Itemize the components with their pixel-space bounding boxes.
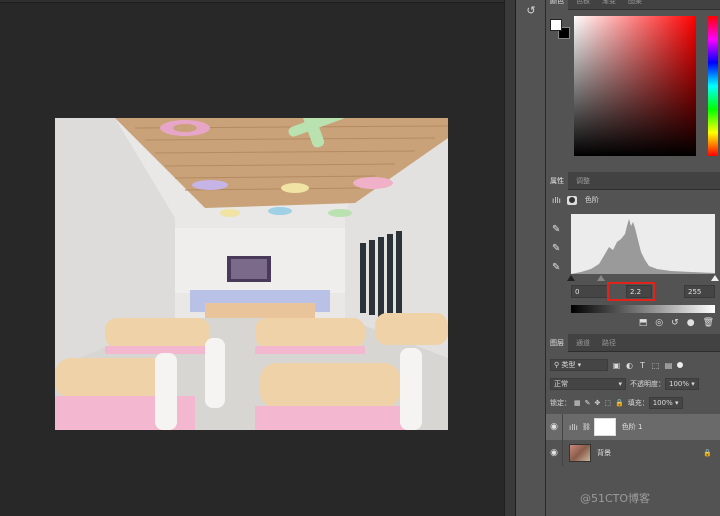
levels-icon: ıllı xyxy=(552,195,561,205)
properties-header: ıllı 色阶 xyxy=(552,194,599,206)
tab-gradients[interactable]: 渐变 xyxy=(598,0,620,10)
layer-mask-thumbnail[interactable] xyxy=(593,418,616,436)
output-levels-gradient[interactable] xyxy=(571,305,715,313)
layer-name[interactable]: 色阶 1 xyxy=(622,422,643,432)
gamma-handle[interactable] xyxy=(597,275,605,281)
lock-label: 锁定： xyxy=(550,399,571,407)
right-panels: 颜色 色板 渐变 图案 属性 调整 ıllı 色阶 ✎ ✎ ✎ 0 2.2 25… xyxy=(546,0,720,516)
eye-icon[interactable]: ◉ xyxy=(546,448,562,458)
opacity-field[interactable]: 100% ▾ xyxy=(665,378,699,390)
shape-filter-icon[interactable]: ⬚ xyxy=(651,361,660,370)
blend-opacity-row: 正常 ▾ 不透明度： 100% ▾ xyxy=(550,377,716,391)
lock-image-icon[interactable]: ✎ xyxy=(585,399,591,407)
lock-fill-row: 锁定： ▦ ✎ ✥ ⬚ 🔒 填充： 100% ▾ xyxy=(550,396,716,410)
filter-toggle-icon[interactable] xyxy=(677,362,683,368)
black-point-handle[interactable] xyxy=(567,275,575,281)
color-panel: 颜色 色板 渐变 图案 xyxy=(546,0,720,168)
levels-histogram xyxy=(571,214,715,274)
gamma-highlight-box xyxy=(607,282,655,301)
lock-transparent-icon[interactable]: ▦ xyxy=(574,399,581,407)
properties-title: 色阶 xyxy=(584,196,599,204)
white-input-field[interactable]: 255 xyxy=(684,285,715,298)
layers-panel: 图层 通道 路径 ⚲ 类型 ▾ ▣ ◐ T ⬚ ▤ 正常 ▾ 不透明度： 100%… xyxy=(546,334,720,516)
pixel-filter-icon[interactable]: ▣ xyxy=(612,361,621,370)
photoshop-window: ↺ 颜色 色板 渐变 图案 属性 调整 ıllı 色阶 ✎ ✎ ✎ 0 2.2 … xyxy=(0,0,720,516)
layer-row-background[interactable]: ◉ 背景 🔒 xyxy=(546,440,720,466)
properties-panel: 属性 调整 ıllı 色阶 ✎ ✎ ✎ 0 2.2 255 ⬒ ◎ ↺ ● 🗑 xyxy=(546,172,720,334)
panel-dock-strip: ↺ xyxy=(516,0,546,516)
white-point-eyedropper-icon[interactable]: ✎ xyxy=(552,262,564,274)
fill-field[interactable]: 100% ▾ xyxy=(648,397,683,409)
lock-position-icon[interactable]: ✥ xyxy=(595,399,601,407)
lock-all-icon[interactable]: 🔒 xyxy=(615,399,624,407)
layer-name[interactable]: 背景 xyxy=(597,448,611,458)
canvas-area[interactable] xyxy=(0,0,504,516)
clip-to-layer-icon[interactable]: ⬒ xyxy=(639,318,648,328)
gray-point-eyedropper-icon[interactable]: ✎ xyxy=(552,243,564,255)
eye-icon[interactable]: ◉ xyxy=(546,422,562,432)
color-saturation-field[interactable] xyxy=(574,16,696,156)
classroom-render-image xyxy=(55,118,448,430)
watermark-text: @51CTO博客 xyxy=(580,492,651,505)
layer-filter-row: ⚲ 类型 ▾ ▣ ◐ T ⬚ ▤ xyxy=(550,358,716,372)
chain-link-icon[interactable]: ⛓ xyxy=(582,423,591,431)
layer-row-levels[interactable]: ◉ ıllı ⛓ 色阶 1 xyxy=(546,414,720,440)
layer-filter-dropdown[interactable]: ⚲ 类型 ▾ xyxy=(550,359,608,371)
type-filter-icon[interactable]: T xyxy=(638,361,647,370)
blend-mode-dropdown[interactable]: 正常 ▾ xyxy=(550,378,626,390)
white-point-handle[interactable] xyxy=(711,275,719,281)
foreground-color-swatch[interactable] xyxy=(550,19,562,31)
black-point-eyedropper-icon[interactable]: ✎ xyxy=(552,224,564,236)
hue-slider[interactable] xyxy=(708,16,718,156)
layers-tabbar: 图层 通道 路径 xyxy=(546,334,720,352)
tab-channels[interactable]: 通道 xyxy=(572,334,594,352)
document-tab-strip xyxy=(0,0,504,3)
properties-tabbar: 属性 调整 xyxy=(546,172,720,190)
tab-swatches[interactable]: 色板 xyxy=(572,0,594,10)
adjustment-filter-icon[interactable]: ◐ xyxy=(625,361,634,370)
tab-properties[interactable]: 属性 xyxy=(546,172,568,190)
lock-artboard-icon[interactable]: ⬚ xyxy=(604,399,611,407)
opacity-label: 不透明度： xyxy=(630,380,665,388)
mask-icon[interactable] xyxy=(566,195,577,205)
layer-divider xyxy=(562,440,563,466)
visibility-icon[interactable]: ● xyxy=(687,318,695,328)
levels-input-slider[interactable] xyxy=(567,275,719,281)
history-icon[interactable]: ↺ xyxy=(523,4,539,18)
canvas-scrollbar[interactable] xyxy=(504,0,516,516)
background-layer-thumbnail xyxy=(569,444,591,462)
smart-object-filter-icon[interactable]: ▤ xyxy=(664,361,673,370)
levels-layer-icon: ıllı xyxy=(569,422,578,432)
tab-color[interactable]: 颜色 xyxy=(546,0,568,10)
fill-label: 填充： xyxy=(627,399,649,407)
tab-layers[interactable]: 图层 xyxy=(546,334,568,352)
layer-divider xyxy=(562,414,563,440)
tab-adjustments[interactable]: 调整 xyxy=(572,172,594,190)
document-image[interactable] xyxy=(55,118,448,430)
color-tabbar: 颜色 色板 渐变 图案 xyxy=(546,0,720,10)
eyedropper-group: ✎ ✎ ✎ xyxy=(552,224,564,281)
tab-paths[interactable]: 路径 xyxy=(598,334,620,352)
trash-icon[interactable]: 🗑 xyxy=(703,318,714,328)
black-input-field[interactable]: 0 xyxy=(571,285,609,298)
view-previous-icon[interactable]: ◎ xyxy=(655,318,663,328)
lock-icon: 🔒 xyxy=(703,449,712,457)
reset-icon[interactable]: ↺ xyxy=(671,318,679,328)
properties-footer: ⬒ ◎ ↺ ● 🗑 xyxy=(639,318,714,328)
tab-patterns[interactable]: 图案 xyxy=(624,0,646,10)
